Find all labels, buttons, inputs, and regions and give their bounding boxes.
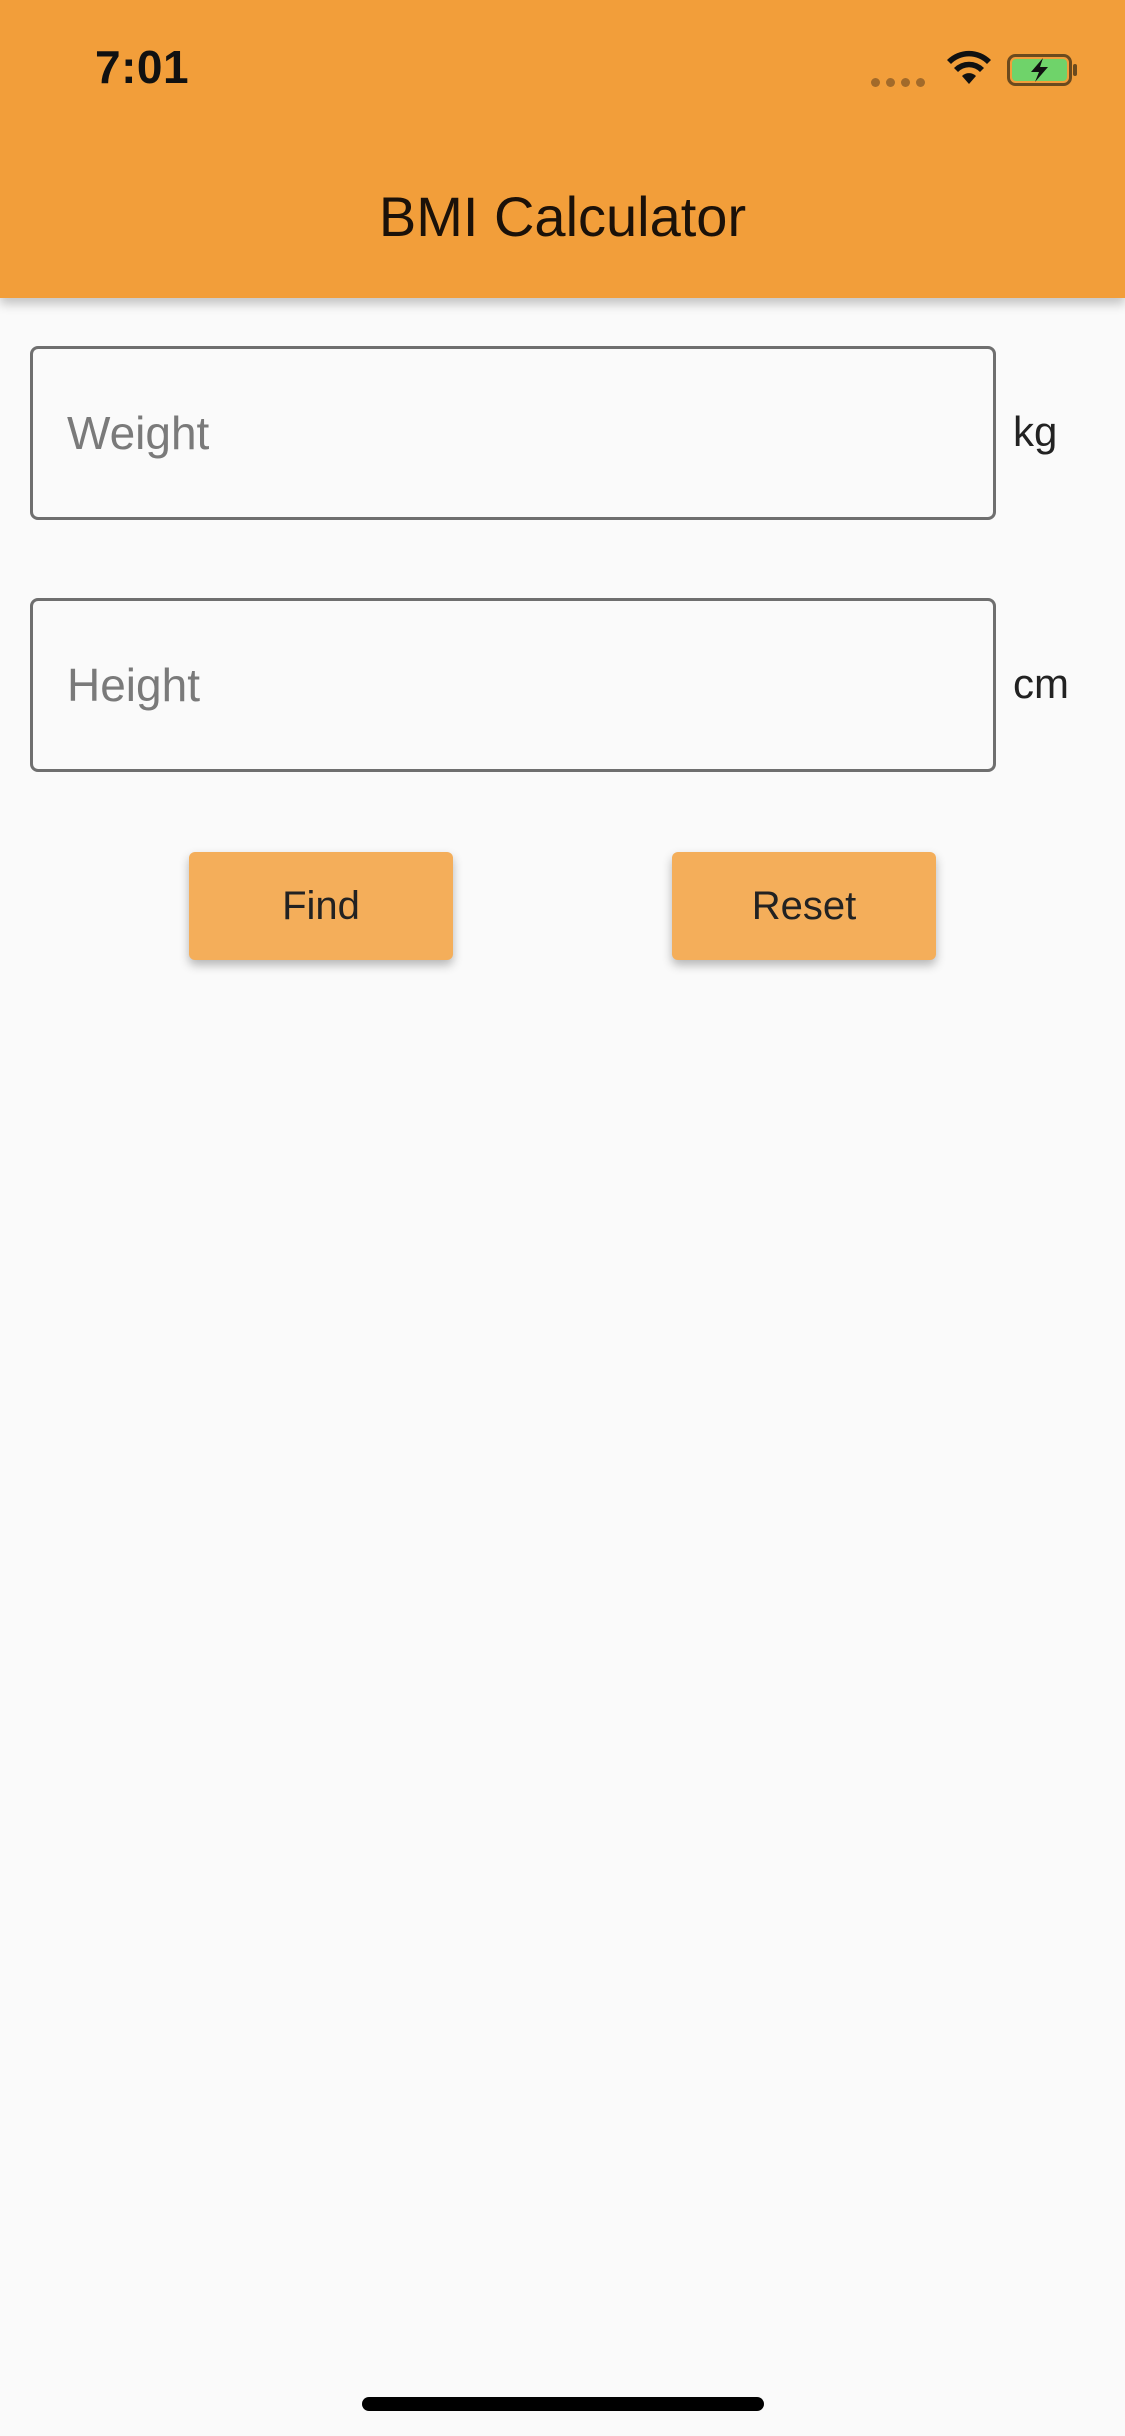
battery-charging-icon xyxy=(1007,54,1077,86)
weight-field[interactable] xyxy=(30,346,996,520)
status-time: 7:01 xyxy=(95,41,190,93)
home-indicator[interactable] xyxy=(362,2397,764,2411)
status-icons xyxy=(871,50,1081,90)
find-button[interactable]: Find xyxy=(189,852,453,960)
weight-input[interactable] xyxy=(33,349,993,517)
app-bar: 7:01 BMI Calculator xyxy=(0,0,1125,298)
signal-icon xyxy=(871,78,927,88)
weight-unit-label: kg xyxy=(1013,408,1058,455)
reset-button[interactable]: Reset xyxy=(672,852,936,960)
height-input[interactable] xyxy=(33,601,993,769)
height-field[interactable] xyxy=(30,598,996,772)
height-unit-label: cm xyxy=(1013,660,1069,707)
wifi-icon xyxy=(947,50,991,84)
page-title: BMI Calculator xyxy=(378,185,747,248)
